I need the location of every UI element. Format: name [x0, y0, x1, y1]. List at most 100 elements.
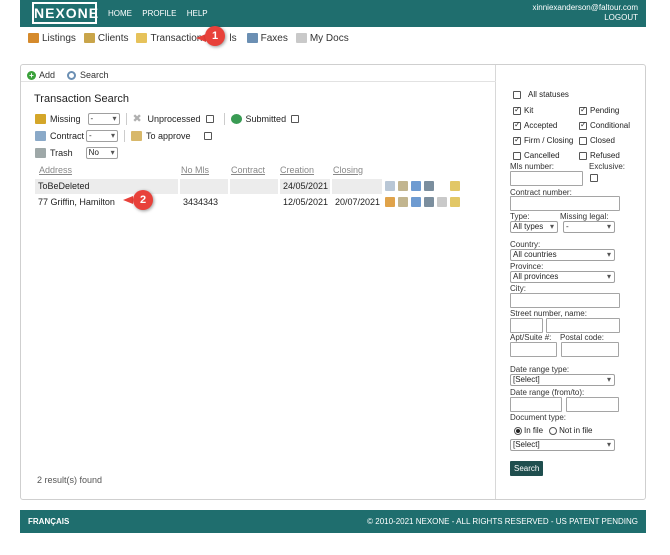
- conditional-checkbox[interactable]: [579, 120, 587, 130]
- contract-number-input[interactable]: [510, 196, 620, 211]
- subnav-clients[interactable]: Clients: [83, 31, 128, 45]
- filter-refused[interactable]: Refused: [579, 151, 620, 160]
- subnav-my-docs[interactable]: My Docs: [295, 31, 349, 45]
- kit-checkbox[interactable]: [513, 105, 521, 115]
- filter-pending[interactable]: Pending: [579, 105, 620, 115]
- cell-address[interactable]: 77 Griffin, Hamilton: [35, 195, 178, 210]
- language-link[interactable]: FRANÇAIS: [28, 517, 69, 526]
- document-icon[interactable]: [398, 197, 408, 207]
- type-select[interactable]: All types: [510, 221, 558, 233]
- firm-closing-checkbox[interactable]: [513, 135, 521, 145]
- col-contract[interactable]: Contract: [231, 165, 265, 175]
- mls-number-input[interactable]: [510, 171, 583, 186]
- email-icon[interactable]: [411, 197, 421, 207]
- col-address[interactable]: Address: [39, 165, 72, 175]
- divider: [21, 81, 496, 82]
- pending-label: Pending: [590, 106, 620, 115]
- apt-input[interactable]: [510, 342, 557, 357]
- nav-help[interactable]: HELP: [187, 9, 208, 18]
- subnav-listings[interactable]: Listings: [28, 31, 76, 45]
- date-to-input[interactable]: [566, 397, 619, 412]
- submitted-checkbox[interactable]: [291, 115, 300, 123]
- view-icon[interactable]: [385, 181, 395, 191]
- filter-conditional[interactable]: Conditional: [579, 120, 630, 130]
- filter-closed[interactable]: Closed: [579, 136, 615, 145]
- accepted-checkbox[interactable]: [513, 120, 521, 130]
- cancelled-checkbox[interactable]: [513, 151, 521, 160]
- cell-contract: [230, 179, 278, 194]
- closed-checkbox[interactable]: [579, 136, 587, 145]
- not-in-file-label: Not in file: [559, 426, 593, 435]
- cell-closing: [332, 179, 382, 194]
- subnav-faxes[interactable]: Faxes: [246, 31, 288, 45]
- toolbar: + Add Search: [27, 70, 121, 80]
- missing-legal-label: Missing legal:: [560, 212, 609, 221]
- annotation-pointer: [123, 196, 133, 204]
- trash-select[interactable]: No: [85, 147, 118, 159]
- tree-icon[interactable]: [437, 197, 447, 207]
- date-from-input[interactable]: [510, 397, 562, 412]
- print-icon[interactable]: [424, 197, 434, 207]
- exclusive-label: Exclusive:: [589, 162, 626, 171]
- country-label: Country:: [510, 240, 541, 249]
- subnav-label: My Docs: [309, 32, 349, 44]
- filter-accepted[interactable]: Accepted: [513, 120, 558, 130]
- to-approve-checkbox[interactable]: [203, 132, 212, 140]
- col-closing[interactable]: Closing: [333, 165, 363, 175]
- street-name-input[interactable]: [546, 318, 620, 333]
- table-row[interactable]: 77 Griffin, Hamilton 3434343 12/05/2021 …: [35, 195, 465, 210]
- document-icon[interactable]: [398, 181, 408, 191]
- document-type-select[interactable]: [Select]: [510, 439, 615, 451]
- subnav-partial[interactable]: ls: [229, 31, 236, 45]
- firm-closing-label: Firm / Closing: [524, 136, 574, 145]
- results-pane: + Add Search Transaction Search Missing …: [21, 65, 496, 499]
- date-range-type-select[interactable]: [Select]: [510, 374, 615, 386]
- contract-select[interactable]: -: [86, 130, 119, 142]
- cell-creation: 12/05/2021: [283, 197, 329, 207]
- nav-home[interactable]: HOME: [108, 9, 132, 18]
- nexone-logo[interactable]: NEXONE: [32, 2, 98, 24]
- folder-open-icon[interactable]: [385, 197, 395, 207]
- filter-firm-closing[interactable]: Firm / Closing: [513, 135, 574, 145]
- closed-label: Closed: [590, 136, 615, 145]
- add-button[interactable]: + Add: [27, 70, 55, 80]
- in-file-option[interactable]: In file Not in file: [514, 426, 592, 435]
- city-input[interactable]: [510, 293, 620, 308]
- missing-legal-select[interactable]: -: [563, 221, 615, 233]
- filter-all-statuses[interactable]: All statuses: [513, 90, 569, 99]
- postal-code-input[interactable]: [561, 342, 619, 357]
- nav-profile[interactable]: PROFILE: [142, 9, 176, 18]
- subnav-label: ls: [229, 32, 237, 44]
- province-label: Province:: [510, 262, 544, 271]
- exclusive-checkbox[interactable]: [590, 174, 598, 182]
- missing-select[interactable]: -: [87, 113, 120, 125]
- not-in-file-radio[interactable]: [549, 426, 558, 435]
- col-no-mls[interactable]: No Mls: [181, 165, 209, 175]
- edit-icon[interactable]: [450, 181, 460, 191]
- accepted-label: Accepted: [524, 121, 558, 130]
- cell-no-mls: 3434343: [183, 197, 219, 207]
- cancelled-label: Cancelled: [524, 151, 560, 160]
- filter-kit[interactable]: Kit: [513, 105, 533, 115]
- cell-address[interactable]: ToBeDeleted: [35, 179, 178, 194]
- sub-nav: Listings Clients Transactions ls Faxes M…: [28, 31, 357, 45]
- logout-link[interactable]: LOGOUT: [532, 13, 638, 23]
- edit-icon[interactable]: [450, 197, 460, 207]
- email-icon[interactable]: [411, 181, 421, 191]
- table-row[interactable]: ToBeDeleted 24/05/2021: [35, 179, 465, 194]
- search-toggle-button[interactable]: Search: [67, 70, 109, 80]
- street-number-input[interactable]: [510, 318, 543, 333]
- print-icon[interactable]: [424, 181, 434, 191]
- approve-icon: [131, 131, 143, 141]
- pending-checkbox[interactable]: [579, 105, 587, 115]
- filter-cancelled[interactable]: Cancelled: [513, 151, 560, 160]
- country-select[interactable]: All countries: [510, 249, 615, 261]
- contract-label: Contract: [50, 131, 85, 141]
- province-select[interactable]: All provinces: [510, 271, 615, 283]
- unprocessed-checkbox[interactable]: [205, 115, 214, 123]
- refused-checkbox[interactable]: [579, 151, 587, 160]
- in-file-radio[interactable]: [514, 426, 522, 435]
- search-button[interactable]: Search: [510, 461, 544, 476]
- col-creation[interactable]: Creation: [280, 165, 314, 175]
- all-statuses-checkbox[interactable]: [513, 90, 521, 99]
